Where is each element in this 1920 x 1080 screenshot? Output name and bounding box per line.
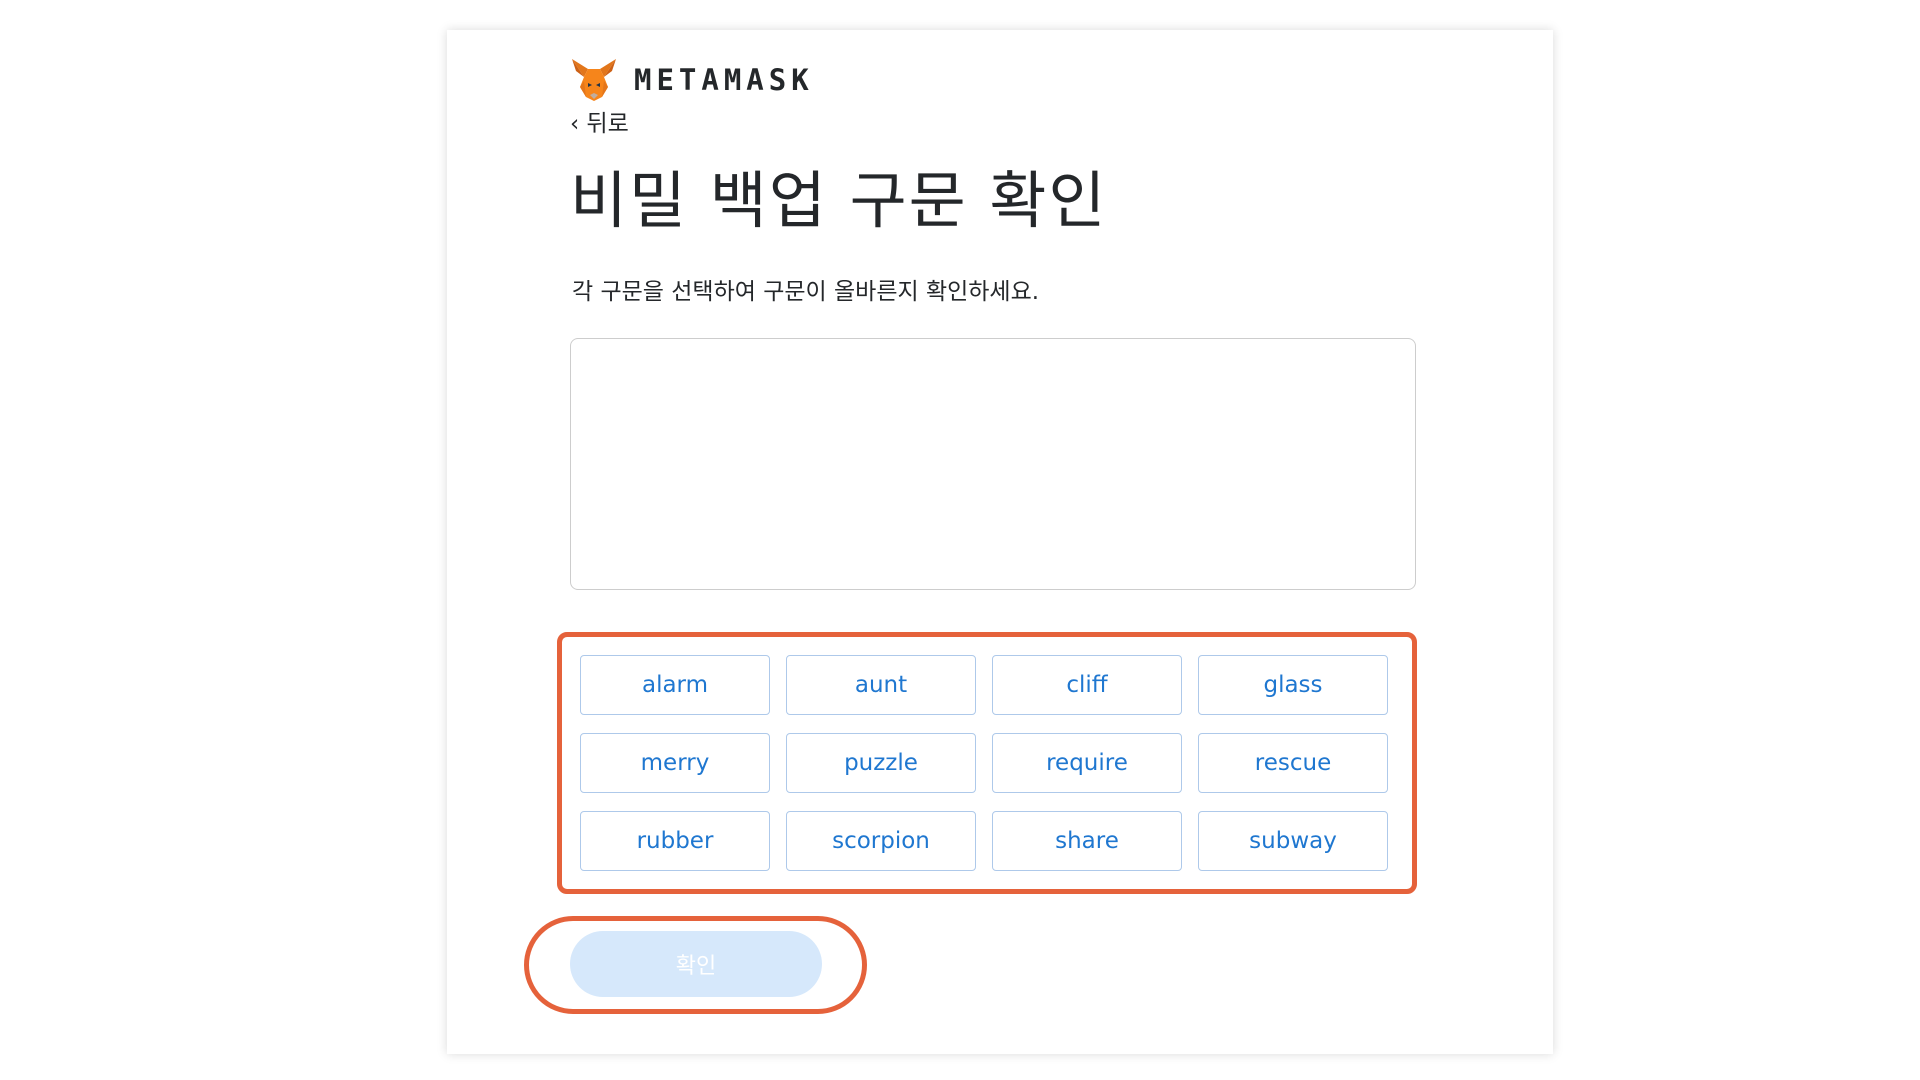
instruction-text: 각 구문을 선택하여 구문이 올바른지 확인하세요. bbox=[572, 279, 1040, 305]
metamask-logo: METAMASK bbox=[570, 57, 814, 103]
selected-phrase-area[interactable] bbox=[570, 338, 1416, 590]
word-chip-alarm[interactable]: alarm bbox=[580, 655, 770, 715]
metamask-fox-icon bbox=[572, 59, 616, 101]
word-chip-rescue[interactable]: rescue bbox=[1198, 733, 1388, 793]
word-chip-require[interactable]: require bbox=[992, 733, 1182, 793]
page-title: 비밀 백업 구문 확인 bbox=[570, 164, 1108, 237]
word-chip-share[interactable]: share bbox=[992, 811, 1182, 871]
word-chip-subway[interactable]: subway bbox=[1198, 811, 1388, 871]
word-chip-rubber[interactable]: rubber bbox=[580, 811, 770, 871]
back-link[interactable]: ‹ 뒤로 bbox=[570, 104, 629, 138]
word-chip-puzzle[interactable]: puzzle bbox=[786, 733, 976, 793]
word-chip-cliff[interactable]: cliff bbox=[992, 655, 1182, 715]
word-chip-scorpion[interactable]: scorpion bbox=[786, 811, 976, 871]
word-chip-glass[interactable]: glass bbox=[1198, 655, 1388, 715]
confirm-button[interactable]: 확인 bbox=[570, 931, 822, 997]
brand-wordmark: METAMASK bbox=[634, 63, 814, 97]
word-chip-aunt[interactable]: aunt bbox=[786, 655, 976, 715]
word-grid: alarm aunt cliff glass merry puzzle requ… bbox=[580, 655, 1388, 871]
word-chip-merry[interactable]: merry bbox=[580, 733, 770, 793]
